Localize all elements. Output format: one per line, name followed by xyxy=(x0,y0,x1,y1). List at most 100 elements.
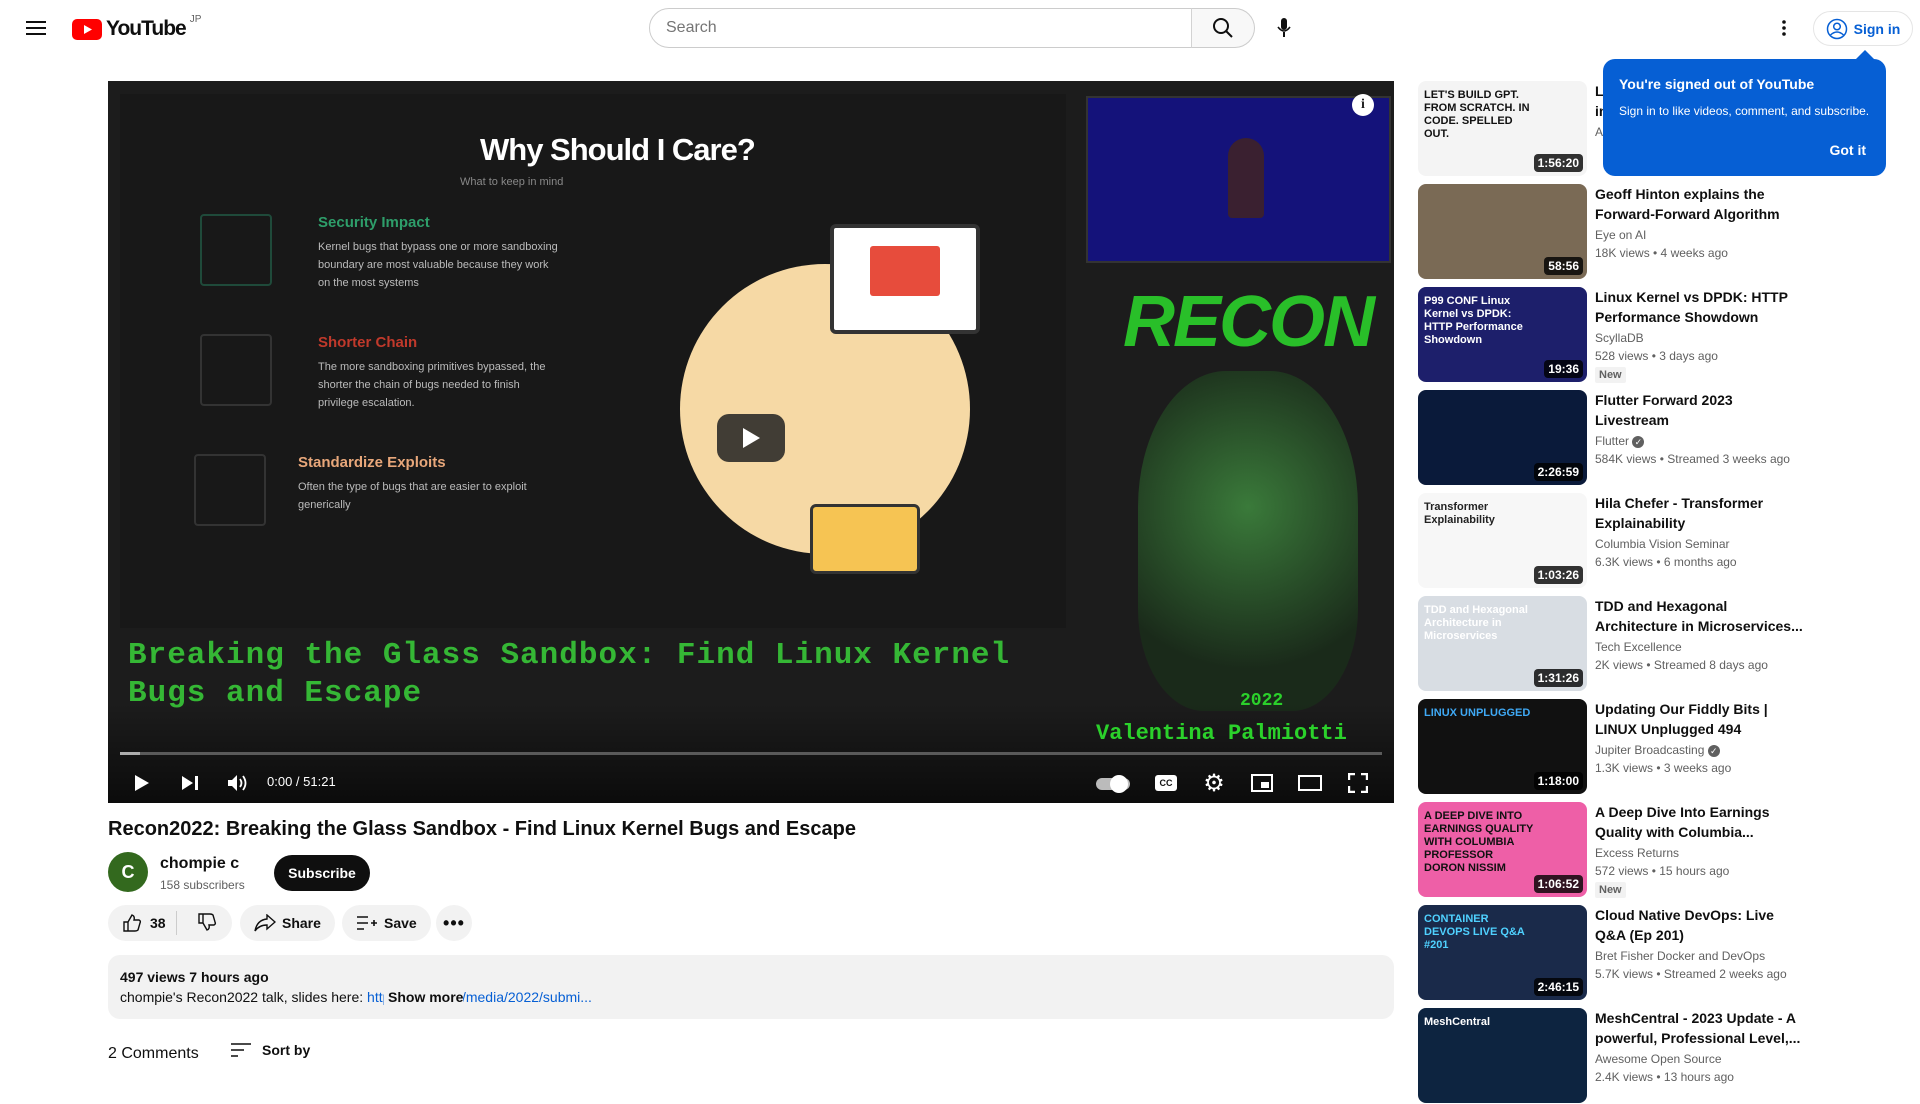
microphone-icon xyxy=(1277,18,1291,37)
miniplayer-button[interactable] xyxy=(1242,763,1282,803)
channel-name: Columbia Vision Seminar xyxy=(1595,537,1730,551)
progress-bar[interactable] xyxy=(120,752,1382,755)
recommendation-item[interactable]: 2:26:59 Flutter Forward 2023 Livestream Fl… xyxy=(1418,390,1898,486)
feature-text: The more sandboxing primitives bypassed,… xyxy=(318,361,546,409)
video-thumbnail[interactable]: A DEEP DIVE INTO EARNINGS QUALITY WITH C… xyxy=(1418,802,1587,897)
theater-mode-button[interactable] xyxy=(1290,763,1330,803)
share-button[interactable]: Share xyxy=(240,905,335,941)
video-thumbnail[interactable]: MeshCentral xyxy=(1418,1008,1587,1103)
next-button[interactable] xyxy=(170,763,210,803)
duration-badge: 19:36 xyxy=(1544,360,1583,378)
play-button[interactable] xyxy=(122,763,162,803)
recommendation-channel[interactable]: Awesome Open Source xyxy=(1595,1052,1722,1066)
menu-icon[interactable] xyxy=(20,12,52,44)
recommendation-title[interactable]: Geoff Hinton explains the Forward-Forwar… xyxy=(1595,184,1805,224)
autoplay-toggle[interactable] xyxy=(1096,775,1130,793)
subscribe-button[interactable]: Subscribe xyxy=(274,855,370,891)
video-thumbnail[interactable]: TDD and Hexagonal Architecture in Micros… xyxy=(1418,596,1587,691)
channel-name: Tech Excellence xyxy=(1595,640,1682,654)
recommendation-meta: 572 views • 15 hours ago xyxy=(1595,864,1730,878)
slide-title: Why Should I Care? xyxy=(480,132,756,167)
video-thumbnail[interactable]: 2:26:59 xyxy=(1418,390,1587,485)
channel-name: Excess Returns xyxy=(1595,846,1680,860)
recommendation-title[interactable]: Flutter Forward 2023 Livestream xyxy=(1595,390,1805,430)
sort-label: Sort by xyxy=(262,1042,311,1058)
youtube-logo[interactable]: YouTube JP xyxy=(72,14,201,41)
description-box[interactable]: 497 views 7 hours ago chompie's Recon202… xyxy=(108,955,1394,1019)
recommendation-title[interactable]: Updating Our Fiddly Bits | LINUX Unplugg… xyxy=(1595,699,1805,739)
recommendation-item[interactable]: CONTAINER DEVOPS LIVE Q&A #201 2:46:15 Clo… xyxy=(1418,905,1898,1001)
sign-in-button[interactable]: Sign in xyxy=(1813,11,1913,46)
recommendation-item[interactable]: A DEEP DIVE INTO EARNINGS QUALITY WITH C… xyxy=(1418,802,1898,898)
play-button-large[interactable] xyxy=(717,414,785,462)
thumbnail-text: MeshCentral xyxy=(1424,1016,1491,1028)
video-thumbnail[interactable]: 58:56 xyxy=(1418,184,1587,279)
voice-search-button[interactable] xyxy=(1264,8,1304,48)
duration-badge: 2:26:59 xyxy=(1533,463,1583,481)
video-thumbnail[interactable]: LINUX UNPLUGGED 1:18:00 xyxy=(1418,699,1587,794)
video-player[interactable]: Why Should I Care? What to keep in mind … xyxy=(108,81,1394,803)
recommendation-title[interactable]: MeshCentral - 2023 Update - A powerful, … xyxy=(1595,1008,1805,1048)
recommendation-title[interactable]: Hila Chefer - Transformer Explainability xyxy=(1595,493,1805,533)
recommendation-title[interactable]: TDD and Hexagonal Architecture in Micros… xyxy=(1595,596,1805,636)
comment-count: 2 Comments xyxy=(108,1045,199,1062)
cc-icon: CC xyxy=(1155,775,1177,791)
video-thumbnail[interactable]: Transformer Explainability 1:03:26 xyxy=(1418,493,1587,588)
channel-name[interactable]: chompie c xyxy=(160,855,239,873)
fullscreen-button[interactable] xyxy=(1338,763,1378,803)
search-button[interactable] xyxy=(1191,8,1255,48)
sign-in-label: Sign in xyxy=(1853,20,1901,37)
recommendation-channel[interactable]: Excess Returns xyxy=(1595,846,1679,860)
settings-button[interactable]: ⚙ xyxy=(1194,763,1234,803)
recommendation-meta: 5.7K views • Streamed 2 weeks ago xyxy=(1595,967,1787,981)
logo-text: YouTube xyxy=(106,17,187,40)
share-icon xyxy=(254,914,276,932)
recon-logo: RECON xyxy=(1122,282,1375,362)
slide: Why Should I Care? What to keep in mind … xyxy=(120,94,1066,628)
recommendation-item[interactable]: P99 CONF Linux Kernel vs DPDK: HTTP Perf… xyxy=(1418,287,1898,383)
recommendation-channel[interactable]: Tech Excellence xyxy=(1595,640,1682,654)
playlist-add-icon xyxy=(357,916,377,930)
share-label: Share xyxy=(282,915,321,931)
recommendation-channel[interactable]: Bret Fisher Docker and DevOps xyxy=(1595,949,1765,963)
recommendation-item[interactable]: 58:56 Geoff Hinton explains the Forward-F… xyxy=(1418,184,1898,280)
recommendation-meta: 2K views • Streamed 8 days ago xyxy=(1595,658,1768,672)
youtube-logo-icon xyxy=(72,18,102,40)
duration-badge: 2:46:15 xyxy=(1533,978,1583,996)
like-button[interactable]: 38 xyxy=(108,911,177,935)
time-display: 0:00 / 51:21 xyxy=(267,774,336,789)
search-input[interactable] xyxy=(649,8,1192,48)
thumbnail-text: LINUX UNPLUGGED xyxy=(1424,707,1531,719)
video-thumbnail[interactable]: CONTAINER DEVOPS LIVE Q&A #201 2:46:15 xyxy=(1418,905,1587,1000)
mute-button[interactable] xyxy=(218,763,258,803)
recommendation-channel[interactable]: ScyllaDB xyxy=(1595,331,1644,345)
recommendation-item[interactable]: TDD and Hexagonal Architecture in Micros… xyxy=(1418,596,1898,692)
recommendation-item[interactable]: Transformer Explainability 1:03:26 Hila Ch… xyxy=(1418,493,1898,589)
info-icon[interactable]: i xyxy=(1352,94,1374,116)
recommendation-title[interactable]: Cloud Native DevOps: Live Q&A (Ep 201) xyxy=(1595,905,1805,945)
channel-name: Flutter xyxy=(1595,434,1630,448)
recommendation-item[interactable]: LINUX UNPLUGGED 1:18:00 Updating Our Fiddl… xyxy=(1418,699,1898,795)
recommendation-title[interactable]: A Deep Dive Into Earnings Quality with C… xyxy=(1595,802,1805,842)
save-button[interactable]: Save xyxy=(342,905,431,941)
recommendation-channel[interactable]: Eye on AI xyxy=(1595,228,1646,242)
recommendation-channel[interactable]: Flutter ✓ xyxy=(1595,434,1645,448)
recommendation-item[interactable]: MeshCentral MeshCentral - 2023 Update - A… xyxy=(1418,1008,1898,1104)
dislike-button[interactable] xyxy=(183,912,231,935)
duration-badge: 1:18:00 xyxy=(1533,772,1583,790)
subtitles-button[interactable]: CC xyxy=(1146,763,1186,803)
recommendation-channel[interactable]: Columbia Vision Seminar xyxy=(1595,537,1730,551)
more-actions-button[interactable]: ••• xyxy=(436,905,472,941)
recommendation-title[interactable]: Linux Kernel vs DPDK: HTTP Performance S… xyxy=(1595,287,1805,327)
got-it-button[interactable]: Got it xyxy=(1829,142,1866,158)
more-options-icon[interactable] xyxy=(1768,12,1800,44)
channel-name: Bret Fisher Docker and DevOps xyxy=(1595,949,1766,963)
show-more-button[interactable]: Show more xyxy=(384,989,464,1005)
sort-by-button[interactable]: Sort by xyxy=(230,1042,310,1058)
video-thumbnail[interactable]: LET'S BUILD GPT. FROM SCRATCH. IN CODE. … xyxy=(1418,81,1587,176)
recommendation-channel[interactable]: Jupiter Broadcasting ✓ xyxy=(1595,743,1720,757)
duration-badge: 1:06:52 xyxy=(1533,875,1583,893)
play-icon xyxy=(743,428,760,448)
channel-avatar[interactable]: C xyxy=(108,852,148,892)
video-thumbnail[interactable]: P99 CONF Linux Kernel vs DPDK: HTTP Perf… xyxy=(1418,287,1587,382)
